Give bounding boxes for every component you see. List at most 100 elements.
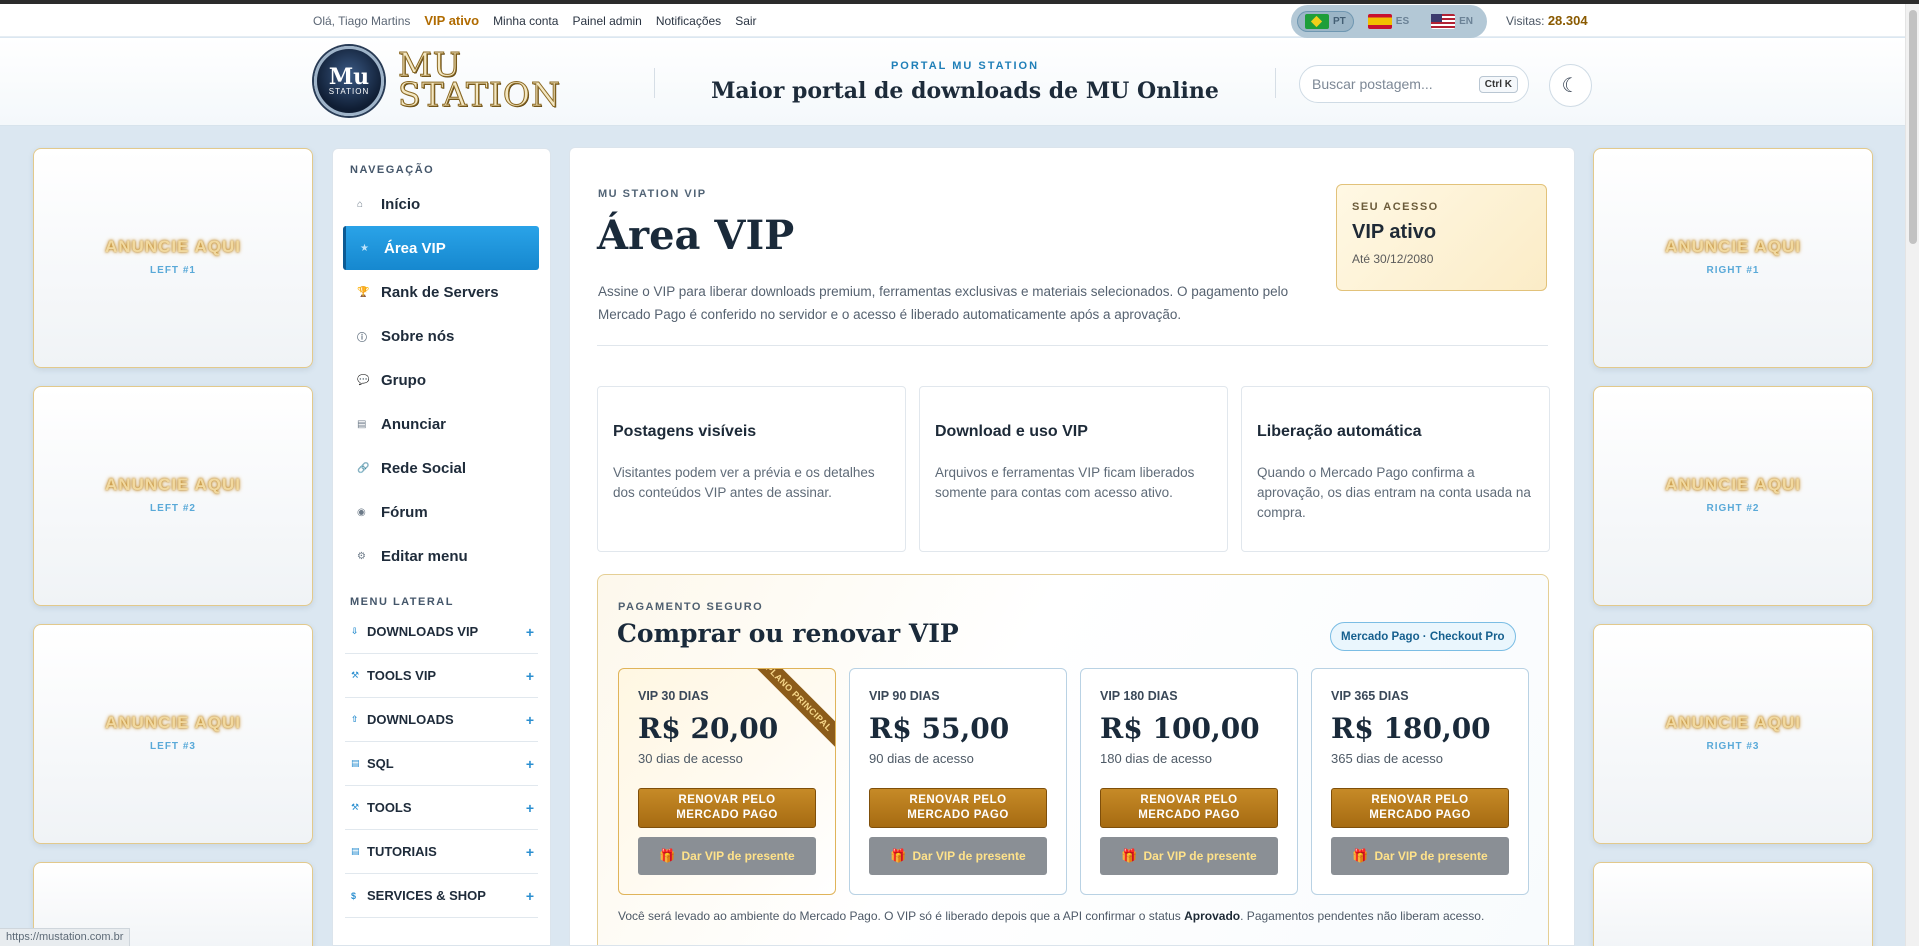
logo-wordmark[interactable]: MU STATION bbox=[398, 48, 561, 112]
plan-card-30-days: PLANO PRINCIPAL VIP 30 DIAS R$ 20,00 30 … bbox=[618, 668, 836, 895]
search-input[interactable] bbox=[1312, 76, 1472, 92]
nav-item-editar-menu[interactable]: ⚙ Editar menu bbox=[343, 534, 539, 578]
ad-label: RIGHT #2 bbox=[1706, 503, 1760, 514]
search-box: Ctrl K bbox=[1299, 65, 1529, 103]
user-links: Olá, Tiago Martins VIP ativo Minha conta… bbox=[313, 13, 757, 28]
billboard-icon: ▤ bbox=[357, 418, 367, 430]
menu-item-label: DOWNLOADS bbox=[367, 712, 454, 727]
expand-plus-icon[interactable]: + bbox=[526, 624, 534, 640]
logout-link[interactable]: Sair bbox=[735, 14, 756, 28]
renew-label-line-2: MERCADO PAGO bbox=[1138, 809, 1240, 821]
expand-plus-icon[interactable]: + bbox=[526, 756, 534, 772]
renew-mercado-pago-button[interactable]: RENOVAR PELO MERCADO PAGO bbox=[1100, 788, 1278, 828]
menu-item-tools[interactable]: ⚒ TOOLS + bbox=[345, 786, 538, 830]
ad-slot-right-1[interactable]: ANUNCIE AQUI RIGHT #1 bbox=[1593, 148, 1873, 368]
nav-item-label: Rede Social bbox=[381, 459, 467, 477]
ad-slot-right-3[interactable]: ANUNCIE AQUI RIGHT #3 bbox=[1593, 624, 1873, 844]
nav-item-inicio[interactable]: ⌂ Início bbox=[343, 182, 539, 226]
my-account-link[interactable]: Minha conta bbox=[493, 14, 558, 28]
notifications-link[interactable]: Notificações bbox=[656, 14, 721, 28]
us-flag-icon bbox=[1431, 14, 1456, 29]
menu-item-services-shop[interactable]: $ SERVICES & SHOP + bbox=[345, 874, 538, 918]
renew-label-line-2: MERCADO PAGO bbox=[907, 809, 1009, 821]
expand-plus-icon[interactable]: + bbox=[526, 800, 534, 816]
gift-label: Dar VIP de presente bbox=[1143, 849, 1257, 863]
nav-item-label: Fórum bbox=[381, 503, 428, 521]
logo-emblem[interactable]: Mu STATION bbox=[314, 46, 384, 116]
expand-plus-icon[interactable]: + bbox=[526, 888, 534, 904]
vip-status-link[interactable]: VIP ativo bbox=[424, 13, 479, 28]
ad-slot-left-3[interactable]: ANUNCIE AQUI LEFT #3 bbox=[33, 624, 313, 844]
payment-note-status: Aprovado bbox=[1184, 909, 1241, 923]
renew-label-line-2: MERCADO PAGO bbox=[1369, 809, 1471, 821]
admin-panel-link[interactable]: Painel admin bbox=[572, 14, 641, 28]
nav-item-label: Rank de Servers bbox=[381, 283, 499, 301]
nav-item-grupo[interactable]: 💬 Grupo bbox=[343, 358, 539, 402]
plan-name: VIP 180 DIAS bbox=[1100, 689, 1178, 703]
plan-name: VIP 90 DIAS bbox=[869, 689, 940, 703]
renew-label-line-2: MERCADO PAGO bbox=[676, 809, 778, 821]
language-pt[interactable]: PT bbox=[1297, 11, 1354, 32]
menu-item-downloads[interactable]: ⇧ DOWNLOADS + bbox=[345, 698, 538, 742]
search-shortcut-hint: Ctrl K bbox=[1478, 75, 1518, 93]
scrollbar-thumb[interactable] bbox=[1909, 10, 1917, 244]
expand-plus-icon[interactable]: + bbox=[526, 668, 534, 684]
ad-slot-left-2[interactable]: ANUNCIE AQUI LEFT #2 bbox=[33, 386, 313, 606]
gift-vip-button[interactable]: 🎁 Dar VIP de presente bbox=[1331, 837, 1509, 875]
header-divider bbox=[1275, 68, 1276, 98]
gift-label: Dar VIP de presente bbox=[681, 849, 795, 863]
ad-label: LEFT #2 bbox=[150, 503, 196, 514]
ad-title: ANUNCIE AQUI bbox=[1664, 713, 1802, 732]
plan-card-90-days: VIP 90 DIAS R$ 55,00 90 dias de acesso R… bbox=[849, 668, 1067, 895]
renew-mercado-pago-button[interactable]: RENOVAR PELO MERCADO PAGO bbox=[1331, 788, 1509, 828]
nav-item-forum[interactable]: ◉ Fórum bbox=[343, 490, 539, 534]
expand-plus-icon[interactable]: + bbox=[526, 844, 534, 860]
menu-item-sql[interactable]: ▤ SQL + bbox=[345, 742, 538, 786]
language-code: ES bbox=[1395, 16, 1410, 27]
menu-item-tools-vip[interactable]: ⚒ TOOLS VIP + bbox=[345, 654, 538, 698]
language-en[interactable]: EN bbox=[1423, 11, 1481, 32]
ad-slot-right-4[interactable] bbox=[1593, 862, 1873, 946]
page-scrollbar[interactable] bbox=[1905, 4, 1919, 946]
access-expiry-date: Até 30/12/2080 bbox=[1352, 252, 1434, 266]
theme-toggle-button[interactable]: ☾ bbox=[1549, 64, 1592, 107]
gift-vip-button[interactable]: 🎁 Dar VIP de presente bbox=[638, 837, 816, 875]
renew-label-line-1: RENOVAR PELO bbox=[678, 794, 776, 806]
renew-mercado-pago-button[interactable]: RENOVAR PELO MERCADO PAGO bbox=[638, 788, 816, 828]
ad-slot-right-2[interactable]: ANUNCIE AQUI RIGHT #2 bbox=[1593, 386, 1873, 606]
nav-item-label: Editar menu bbox=[381, 547, 468, 565]
moon-icon: ☾ bbox=[1561, 75, 1580, 97]
ad-label: RIGHT #3 bbox=[1706, 741, 1760, 752]
logo-emblem-text: Mu bbox=[328, 63, 370, 90]
nav-heading: NAVEGAÇÃO bbox=[350, 164, 435, 176]
forum-icon: ◉ bbox=[357, 506, 366, 518]
nav-item-sobre-nos[interactable]: ⓘ Sobre nós bbox=[343, 314, 539, 358]
page-title: Área VIP bbox=[597, 212, 795, 259]
upload-icon: ⇧ bbox=[351, 714, 359, 724]
nav-item-area-vip[interactable]: ★ Área VIP bbox=[343, 226, 539, 270]
plan-price: R$ 180,00 bbox=[1331, 712, 1491, 745]
gift-icon: 🎁 bbox=[890, 848, 907, 863]
menu-item-tutoriais[interactable]: ▤ TUTORIAIS + bbox=[345, 830, 538, 874]
gift-vip-button[interactable]: 🎁 Dar VIP de presente bbox=[1100, 837, 1278, 875]
ad-slot-left-1[interactable]: ANUNCIE AQUI LEFT #1 bbox=[33, 148, 313, 368]
section-divider bbox=[597, 345, 1548, 346]
payment-section: PAGAMENTO SEGURO Comprar ou renovar VIP … bbox=[597, 574, 1549, 945]
language-es[interactable]: ES bbox=[1360, 11, 1417, 32]
plan-price: R$ 100,00 bbox=[1100, 712, 1260, 745]
language-code: EN bbox=[1459, 16, 1474, 27]
nav-item-rank-servers[interactable]: 🏆 Rank de Servers bbox=[343, 270, 539, 314]
expand-plus-icon[interactable]: + bbox=[526, 712, 534, 728]
menu-item-downloads-vip[interactable]: ⇩ DOWNLOADS VIP + bbox=[345, 610, 538, 654]
gift-vip-button[interactable]: 🎁 Dar VIP de presente bbox=[869, 837, 1047, 875]
nav-item-rede-social[interactable]: 🔗 Rede Social bbox=[343, 446, 539, 490]
menu-item-label: SQL bbox=[367, 756, 394, 771]
nav-item-anunciar[interactable]: ▤ Anunciar bbox=[343, 402, 539, 446]
renew-mercado-pago-button[interactable]: RENOVAR PELO MERCADO PAGO bbox=[869, 788, 1047, 828]
feature-description: Quando o Mercado Pago confirma a aprovaç… bbox=[1257, 465, 1531, 520]
payment-note: Você será levado ao ambiente do Mercado … bbox=[618, 909, 1484, 923]
page-intro: Assine o VIP para liberar downloads prem… bbox=[598, 284, 1289, 322]
ad-title: ANUNCIE AQUI bbox=[104, 475, 242, 494]
visit-counter: Visitas: 28.304 bbox=[1506, 13, 1588, 28]
nav-item-label: Grupo bbox=[381, 371, 426, 389]
